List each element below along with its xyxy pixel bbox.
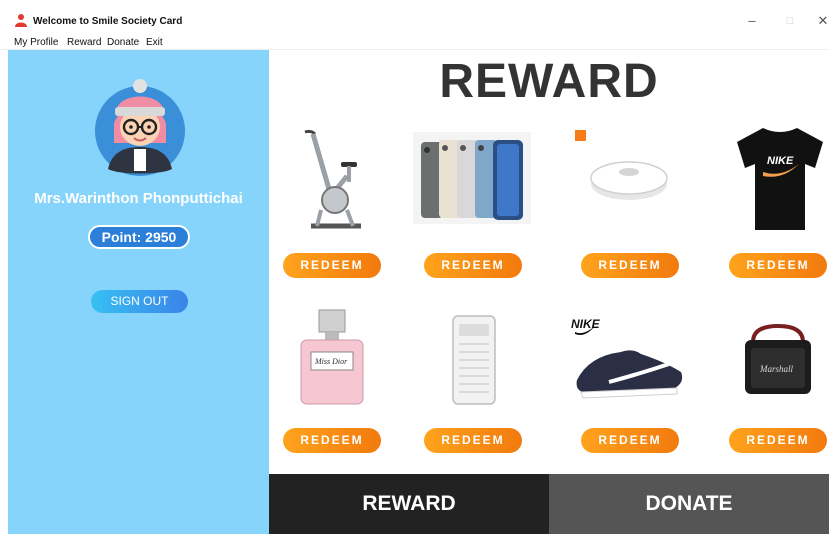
svg-text:NIKE: NIKE [571, 317, 601, 331]
sign-out-button[interactable]: SIGN OUT [91, 290, 188, 313]
menu-donate[interactable]: Donate [107, 37, 139, 48]
svg-text:Marshall: Marshall [759, 364, 794, 374]
smartphones-icon [413, 132, 531, 224]
profile-sidebar: Mrs.Warinthon Phonputtichai Point: 2950 … [8, 50, 269, 534]
redeem-button-air-purifier[interactable]: REDEEM [424, 428, 522, 453]
user-name: Mrs.Warinthon Phonputtichai [34, 190, 243, 207]
redeem-button-tshirt[interactable]: REDEEM [729, 253, 827, 278]
redeem-button-exercise-bike[interactable]: REDEEM [283, 253, 381, 278]
air-purifier-icon [452, 315, 496, 405]
menu-bar: My Profile Reward Donate Exit [0, 34, 829, 50]
window-title: Welcome to Smile Society Card [33, 16, 183, 27]
redeem-button-speaker[interactable]: REDEEM [729, 428, 827, 453]
title-bar: Welcome to Smile Society Card – □ ✕ [0, 0, 829, 34]
minimize-button[interactable]: – [744, 14, 760, 28]
menu-exit[interactable]: Exit [146, 37, 163, 48]
maximize-button[interactable]: □ [782, 14, 798, 28]
tshirt-icon: NIKE [737, 128, 823, 230]
points-badge: Point: 2950 [88, 225, 190, 249]
speaker-icon: Marshall [745, 324, 811, 394]
menu-my-profile[interactable]: My Profile [14, 37, 58, 48]
redeem-button-sneaker[interactable]: REDEEM [581, 428, 679, 453]
menu-reward[interactable]: Reward [67, 37, 101, 48]
svg-text:NIKE: NIKE [767, 155, 794, 167]
close-button[interactable]: ✕ [815, 14, 829, 28]
exercise-bike-icon [304, 129, 361, 229]
page-title: REWARD [439, 55, 659, 108]
redeem-button-smartphones[interactable]: REDEEM [424, 253, 522, 278]
reward-panel: REWARD NIKE Miss Dior NIKE Marshall REDE… [269, 50, 829, 534]
donate-tab-button[interactable]: DONATE [549, 474, 829, 534]
perfume-icon: Miss Dior [300, 309, 364, 405]
robot-vacuum-icon [575, 130, 668, 200]
redeem-button-robot-vacuum[interactable]: REDEEM [581, 253, 679, 278]
app-icon [15, 14, 27, 27]
reward-tab-button[interactable]: REWARD [269, 474, 549, 534]
sneaker-icon: NIKE [571, 317, 683, 399]
redeem-button-perfume[interactable]: REDEEM [283, 428, 381, 453]
avatar [95, 79, 185, 176]
svg-text:Miss Dior: Miss Dior [314, 357, 348, 366]
